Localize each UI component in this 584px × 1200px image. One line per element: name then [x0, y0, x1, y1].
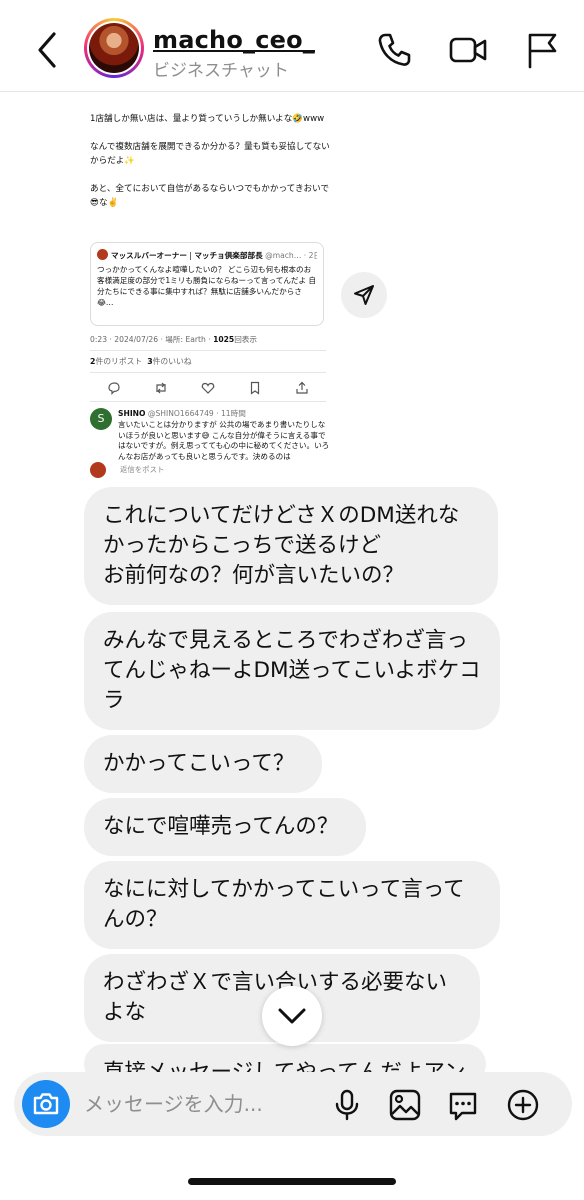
- message-bubble[interactable]: なにに対してかかってこいって言ってんの？: [84, 861, 500, 949]
- reply-compose: 返信をポスト: [90, 462, 326, 478]
- divider: [90, 372, 326, 373]
- plus-circle-icon[interactable]: [506, 1088, 540, 1122]
- post-actions: [90, 377, 326, 399]
- flag-icon[interactable]: [522, 30, 562, 70]
- bookmark-icon: [251, 381, 260, 395]
- camera-icon: [33, 1093, 59, 1115]
- avatar-photo: [89, 23, 139, 73]
- share-button[interactable]: [341, 272, 387, 318]
- message-bubble[interactable]: なにで喧嘩売ってんの？: [84, 798, 366, 856]
- home-indicator: [188, 1178, 396, 1185]
- quote-org: マッチョ倶楽部部長: [194, 251, 263, 260]
- heart-icon: [201, 382, 215, 394]
- chevron-left-icon[interactable]: [30, 30, 64, 70]
- message-bubble[interactable]: みんなで見えるところでわざわざ言ってんじゃねーよDM送ってこいよボケコラ: [84, 612, 500, 730]
- chat-header: macho_ceo_ ビジネスチャット: [0, 0, 584, 92]
- reply-avatar: S: [90, 408, 112, 430]
- phone-icon[interactable]: [374, 30, 414, 70]
- microphone-icon[interactable]: [330, 1088, 364, 1122]
- like-label: 件のいいね: [152, 357, 192, 366]
- reply-name: SHINO: [118, 409, 146, 418]
- post-text: 1店舗しか無い店は、量より質っていうしか無いよな🤣www なんで複数店舗を展開で…: [90, 112, 330, 224]
- post-views-label: 回表示: [234, 335, 257, 344]
- chat-subtitle: ビジネスチャット: [153, 61, 289, 81]
- post-meta: 0:23 · 2024/07/26 · 場所: Earth · 1025回表示: [90, 334, 257, 345]
- message-bubble[interactable]: これについてだけどさＸのDM送れなかったからこっちで送るけど お前何なの？何が言…: [84, 487, 498, 605]
- repost-label: 件のリポスト: [95, 357, 143, 366]
- avatar[interactable]: [84, 18, 144, 78]
- reply-compose-avatar: [90, 462, 106, 478]
- post-paragraph: なんで複数店舗を展開できるか分かる？量も質も妥協してないからだよ✨: [90, 142, 330, 166]
- share-icon: [296, 381, 308, 394]
- quote-avatar: [97, 249, 108, 260]
- reply-prompt: 返信をポスト: [120, 465, 165, 474]
- reply-icon: [107, 382, 120, 395]
- post-paragraph: あと、全てにおいて自信があるならいつでもかかってきおいで😎な✌️: [90, 184, 330, 208]
- post-counts: 2件のリポスト 3件のいいね: [90, 356, 192, 367]
- quoted-post: マッスルバーオーナー | マッチョ倶楽部部長 @mach… · 2日 つっかかっ…: [90, 242, 324, 326]
- camera-button[interactable]: [22, 1080, 70, 1128]
- reply-post: S SHINO @SHINO1664749 · 11時間 言いたいことは分かりま…: [90, 406, 330, 464]
- divider: [90, 401, 326, 402]
- chevron-down-icon: [278, 1008, 306, 1024]
- chat-bubble-icon[interactable]: [446, 1088, 480, 1122]
- username[interactable]: macho_ceo_: [153, 26, 315, 54]
- post-views: 1025: [213, 335, 235, 344]
- repost-icon: [156, 382, 166, 394]
- reply-text: 言いたいことは分かりますが 公共の場であまり書いたりしないほうが良いと思います😅…: [118, 420, 330, 461]
- send-icon: [354, 285, 374, 305]
- shared-post-image[interactable]: 1店舗しか無い店は、量より質っていうしか無いよな🤣www なんで複数店舗を展開で…: [82, 98, 334, 480]
- post-time: 0:23 · 2024/07/26 · 場所: Earth ·: [90, 335, 214, 344]
- message-input[interactable]: [84, 1090, 314, 1118]
- image-icon[interactable]: [388, 1088, 422, 1122]
- quote-handle: @mach…: [265, 251, 302, 260]
- quote-time: 2日: [308, 251, 317, 260]
- message-bubble[interactable]: かかってこいって？: [84, 735, 322, 793]
- video-camera-icon[interactable]: [448, 30, 488, 70]
- reply-handle: @SHINO1664749 · 11時間: [147, 409, 246, 418]
- divider: [90, 350, 326, 351]
- quote-author: マッスルバーオーナー: [111, 251, 187, 260]
- reply-header: SHINO @SHINO1664749 · 11時間: [118, 408, 246, 419]
- scroll-down-button[interactable]: [262, 986, 322, 1046]
- quote-text: つっかかってくんなよ喧嘩したいの？ どこら辺も何も根本のお客様満足度の部分で1ミ…: [97, 265, 317, 307]
- message-composer: [14, 1072, 572, 1136]
- post-paragraph: 1店舗しか無い店は、量より質っていうしか無いよな🤣www: [90, 114, 325, 124]
